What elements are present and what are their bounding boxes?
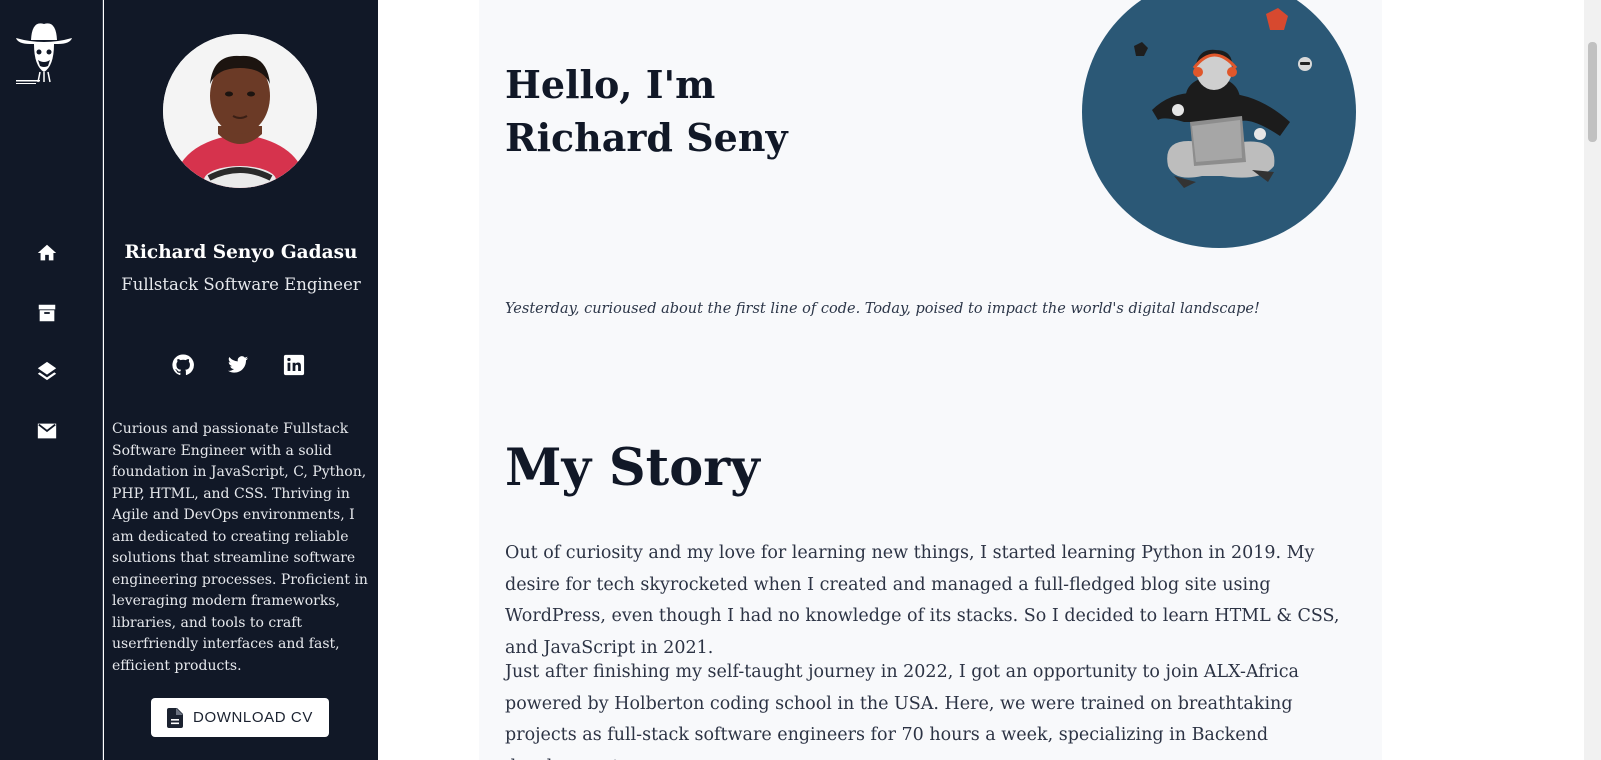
twitter-link[interactable] [225,352,251,378]
profile-bio: Curious and passionate Fullstack Softwar… [112,421,368,674]
story-paragraph-1: Out of curiosity and my love for learnin… [505,543,1340,658]
profile-role: Fullstack Software Engineer [121,275,361,294]
hero-name: Richard Seny [505,115,788,160]
hero-heading: Hello, I'm Richard Seny [505,58,788,164]
nav-archive-button[interactable] [34,300,60,326]
archive-icon [38,304,56,322]
story-paragraph-2: Just after finishing my self-taught jour… [505,662,1299,760]
download-cv-button[interactable]: DOWNLOAD CV [151,698,329,737]
mail-icon [37,423,57,439]
nav-home-button[interactable] [34,240,60,266]
developer-illustration [1134,8,1312,188]
hero-tagline: Yesterday, curioused about the first lin… [505,301,1260,317]
linkedin-icon [283,354,305,376]
main-content: Hello, I'm Richard Seny Yesterday, curio… [479,0,1382,760]
nav-layers-button[interactable] [34,358,60,384]
nav-mail-button[interactable] [34,418,60,444]
github-link[interactable] [170,352,196,378]
document-icon [167,707,184,728]
story-title: My Story [505,438,760,498]
scrollbar-thumb[interactable] [1588,42,1597,142]
github-icon [172,354,194,376]
profile-photo [163,34,317,188]
page-scrollbar[interactable] [1584,0,1601,760]
hero-greeting: Hello, I'm [505,62,716,107]
layers-icon [37,361,57,381]
hero-illustration [1082,0,1356,248]
avatar [163,34,317,188]
icon-rail [0,0,103,760]
download-cv-label: DOWNLOAD CV [193,709,313,726]
linkedin-link[interactable] [281,352,307,378]
profile-sidebar: Richard Senyo Gadasu Fullstack Software … [104,0,378,760]
social-links [170,352,314,378]
twitter-icon [227,356,249,373]
home-icon [37,244,57,261]
cowboy-logo-icon[interactable] [14,16,74,86]
profile-name: Richard Senyo Gadasu [124,242,358,263]
